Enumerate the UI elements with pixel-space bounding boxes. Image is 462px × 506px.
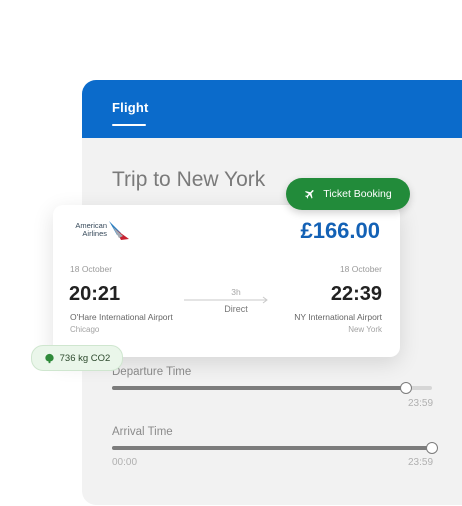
departure-airport: O'Hare International Airport: [70, 312, 173, 322]
airplane-icon: [305, 190, 314, 199]
airline-logo: American Airlines: [69, 219, 131, 245]
arrival-city: New York: [348, 325, 382, 334]
departure-time-slider[interactable]: [112, 382, 432, 394]
co2-label: 736 kg CO2: [59, 352, 111, 364]
tab-active-indicator: [112, 124, 146, 126]
tab-flight[interactable]: Flight: [112, 100, 149, 115]
trip-title: Trip to New York: [112, 168, 266, 191]
arrow-right-icon: [184, 296, 268, 304]
arrival-time: 22:39: [330, 283, 382, 305]
arrival-slider-fill: [112, 446, 432, 450]
arrival-min-label: 00:00: [112, 457, 138, 468]
ticket-booking-label: Ticket Booking: [323, 188, 392, 200]
arrival-date: 18 October: [339, 264, 382, 274]
departure-time-label: Departure Time: [112, 366, 192, 378]
airline-name-line2: Airlines: [82, 229, 107, 238]
flight-ticket-card[interactable]: American Airlines £166.00 18 October 18 …: [53, 205, 400, 357]
arrival-time-slider[interactable]: [112, 442, 438, 454]
flight-stops: Direct: [224, 304, 248, 314]
ticket-price: £166.00: [300, 218, 380, 243]
arrival-max-label: 23:59: [408, 457, 434, 468]
co2-badge: 736 kg CO2: [31, 345, 123, 371]
airline-flight-symbol-icon: [109, 221, 129, 240]
departure-date: 18 October: [70, 264, 113, 274]
departure-city: Chicago: [70, 325, 100, 334]
departure-slider-fill: [112, 386, 407, 390]
leaf-icon: [45, 353, 54, 363]
departure-max-label: 23:59: [408, 398, 434, 409]
departure-time: 20:21: [69, 283, 121, 305]
departure-slider-thumb[interactable]: [400, 382, 413, 394]
arrival-slider-thumb[interactable]: [426, 442, 438, 454]
arrival-time-label: Arrival Time: [112, 426, 173, 438]
ticket-booking-button[interactable]: Ticket Booking: [286, 178, 410, 210]
panel-header: Flight: [82, 80, 462, 138]
arrival-airport: NY International Airport: [294, 312, 382, 322]
